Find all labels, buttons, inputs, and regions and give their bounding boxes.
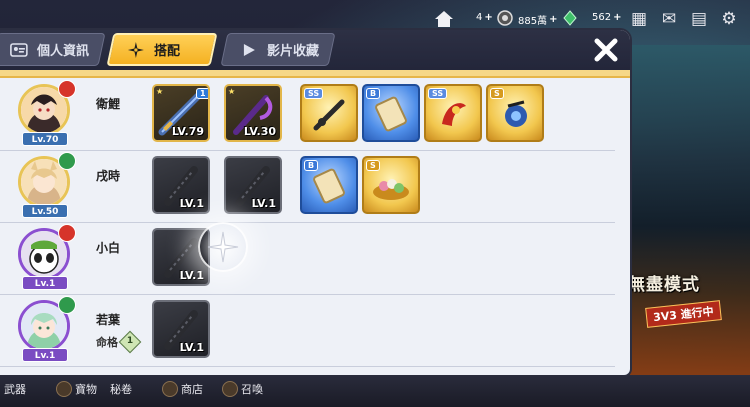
nav-shop-label: 商店 <box>181 383 203 396</box>
fate-text: 命格 <box>96 336 118 349</box>
wind-element-icon <box>58 296 76 314</box>
treasure-slot[interactable]: SS <box>424 84 482 142</box>
item-grade: S <box>490 88 504 99</box>
nav-weapons-label: 武器 <box>4 383 26 396</box>
nav-treasures-label: 寶物 <box>75 383 97 396</box>
calendar-icon[interactable]: ▦ <box>628 8 650 30</box>
item-grade: B <box>366 88 381 99</box>
character-row[interactable]: Lv.1 若葉 命格 1 LV.1 <box>0 296 615 367</box>
fate-label: 命格 1 <box>96 330 142 354</box>
panel-header-strip <box>0 70 630 78</box>
character-list: Lv.70 衛鯉 ★ 1 LV.79 ★ LV.30 SS B SS S Lv.… <box>0 78 630 375</box>
character-level: Lv.1 <box>22 276 68 290</box>
currency-3: 562 + <box>592 12 621 23</box>
nav-shop[interactable]: 商店 <box>162 381 203 397</box>
tab-video-label: 影片收藏 <box>267 44 320 59</box>
item-grade: S <box>366 160 380 171</box>
tab-video-collection[interactable]: 影片收藏 <box>220 33 336 66</box>
weapon-level: LV.30 <box>243 125 276 138</box>
treasure-slot[interactable]: B <box>300 156 358 214</box>
shop-nav-icon <box>162 381 178 397</box>
weapon-slot[interactable]: LV.1 <box>224 156 282 214</box>
fire-element-icon <box>58 224 76 242</box>
sparkle-icon <box>207 231 239 263</box>
character-row[interactable]: Lv.50 戌時 LV.1 LV.1 B S <box>0 152 615 223</box>
weapon-slot[interactable]: ★ LV.30 <box>224 84 282 142</box>
wind-element-icon <box>58 152 76 170</box>
weapon-level: LV.1 <box>251 197 276 210</box>
item-grade: SS <box>428 88 448 99</box>
tab-bar: 個人資訊 搭配 影片收藏 <box>0 30 630 70</box>
tab-loadout[interactable]: 搭配 <box>106 33 218 66</box>
character-name: 戌時 <box>96 169 121 183</box>
fate-level-badge: 1 <box>118 330 142 354</box>
treasure-slot[interactable]: B <box>362 84 420 142</box>
loadout-panel: 個人資訊 搭配 影片收藏 Lv.70 衛鯉 ★ 1 LV.79 ★ LV.30 … <box>0 30 630 375</box>
character-row[interactable]: Lv.70 衛鯉 ★ 1 LV.79 ★ LV.30 SS B SS S <box>0 80 615 151</box>
treasure-slot[interactable]: S <box>486 84 544 142</box>
character-level: Lv.1 <box>22 348 68 362</box>
play-icon <box>239 40 259 60</box>
currency-2: 885萬 + <box>518 12 557 27</box>
tab-profile[interactable]: 個人資訊 <box>0 33 106 66</box>
nav-secret-scrolls[interactable]: 秘卷 <box>110 381 132 397</box>
character-name: 小白 <box>96 241 121 255</box>
profile-card-icon <box>9 40 29 60</box>
weapon-slot[interactable]: LV.1 <box>152 156 210 214</box>
weapon-level: LV.1 <box>179 269 204 282</box>
endless-mode-banner[interactable]: 無盡模式 <box>628 270 700 295</box>
character-level: Lv.50 <box>22 204 68 218</box>
tab-loadout-label: 搭配 <box>154 44 181 59</box>
item-grade: B <box>304 160 319 171</box>
close-icon <box>594 38 618 62</box>
currency-1: 4 + <box>476 12 493 23</box>
character-name: 衛鯉 <box>96 97 121 111</box>
treasure-icon <box>56 381 72 397</box>
currency-2-value: 885萬 <box>518 16 548 27</box>
summon-icon <box>222 381 238 397</box>
weapon-slot[interactable]: LV.1 <box>152 300 210 358</box>
treasure-slot[interactable]: SS <box>300 84 358 142</box>
item-grade: SS <box>304 88 324 99</box>
shop-icon[interactable]: ▤ <box>688 8 710 30</box>
currency-1-value: 4 <box>476 12 483 23</box>
gem-icon <box>562 10 578 30</box>
weapon-level: LV.1 <box>179 341 204 354</box>
fate-level-value: 1 <box>126 336 134 346</box>
hud-right-icons: ▦ ✉ ▤ ⚙ <box>628 8 740 30</box>
plus-icon[interactable]: + <box>484 12 492 23</box>
coin-icon <box>497 10 513 30</box>
mail-icon[interactable]: ✉ <box>658 8 680 30</box>
nav-weapons[interactable]: 武器 <box>4 381 26 397</box>
nav-summon[interactable]: 召喚 <box>222 381 263 397</box>
weapon-rank-badge: 1 <box>196 88 208 99</box>
bottom-nav: 武器 寶物 秘卷 商店 召喚 <box>0 375 750 407</box>
plus-icon[interactable]: + <box>549 14 557 25</box>
treasure-slot[interactable]: S <box>362 156 420 214</box>
currency-3-value: 562 <box>592 12 612 23</box>
nav-treasures[interactable]: 寶物 <box>56 381 97 397</box>
weapon-level: LV.1 <box>179 197 204 210</box>
nav-summon-label: 召喚 <box>241 383 263 396</box>
character-name: 若葉 <box>96 313 121 327</box>
home-icon[interactable] <box>434 10 454 28</box>
tab-profile-label: 個人資訊 <box>37 44 90 59</box>
plus-icon[interactable]: + <box>613 12 621 23</box>
fire-element-icon <box>58 80 76 98</box>
weapon-slot[interactable]: ★ 1 LV.79 <box>152 84 210 142</box>
character-row[interactable]: Lv.1 小白 LV.1 <box>0 224 615 295</box>
close-button[interactable] <box>588 34 624 66</box>
nav-scrolls-label: 秘卷 <box>110 383 132 396</box>
weapon-level: LV.79 <box>171 125 204 138</box>
tap-indicator <box>198 222 248 272</box>
shuriken-icon <box>126 40 146 60</box>
gear-icon[interactable]: ⚙ <box>718 8 740 30</box>
character-level: Lv.70 <box>22 132 68 146</box>
